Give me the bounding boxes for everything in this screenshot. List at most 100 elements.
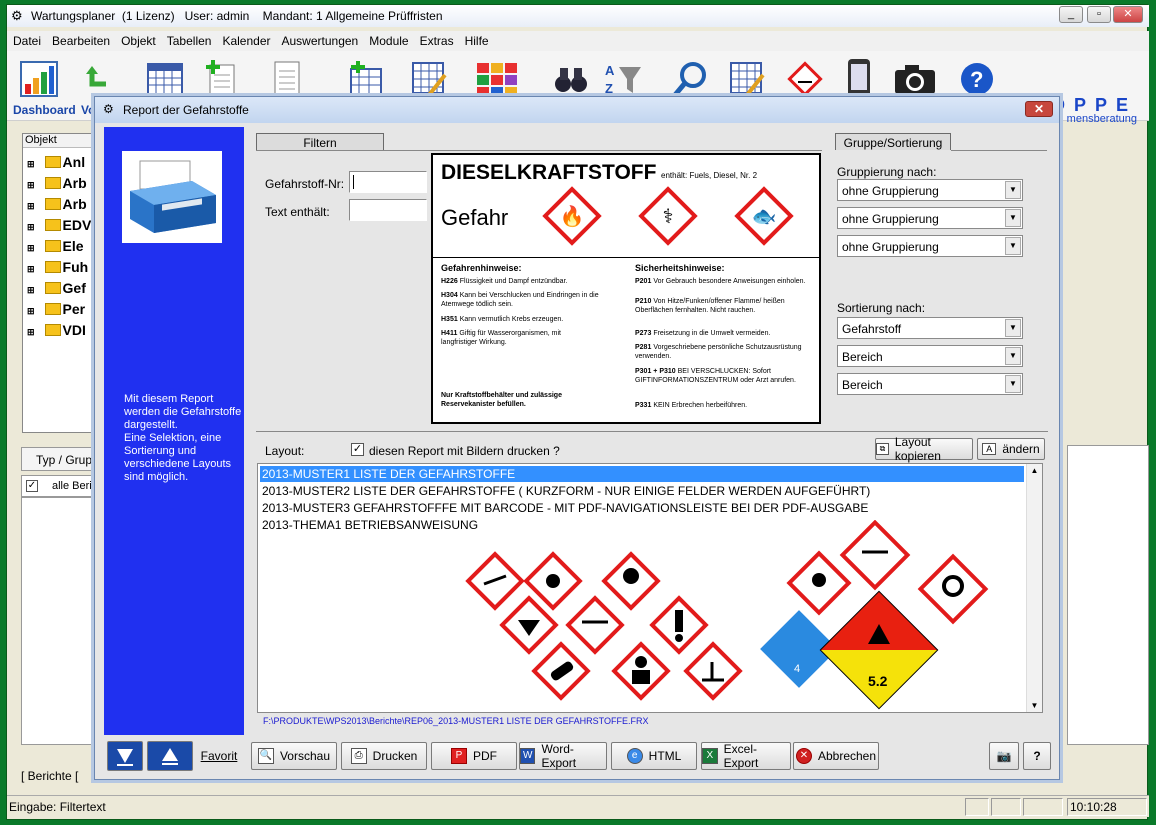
favorit-button[interactable]: Favorit <box>195 741 243 771</box>
camera-icon[interactable] <box>893 57 937 101</box>
scroll-up-icon[interactable]: ▲ <box>1027 464 1042 475</box>
tree-item-label: Anl <box>62 154 86 170</box>
tree-item[interactable]: ⊞ Fuh <box>27 259 88 275</box>
expand-icon[interactable]: ⊞ <box>27 201 35 211</box>
button-label: Layout kopieren <box>894 435 941 463</box>
expand-icon[interactable]: ⊞ <box>27 285 35 295</box>
help-icon[interactable]: ? <box>955 57 999 101</box>
menu-tabellen[interactable]: Tabellen <box>161 31 217 48</box>
tree-item[interactable]: ⊞ Anl <box>27 154 85 170</box>
chevron-down-icon[interactable]: ▼ <box>1005 375 1021 393</box>
tree-item[interactable]: ⊞ Ele <box>27 238 84 254</box>
sorting-select-3[interactable]: Bereich ▼ <box>837 373 1023 395</box>
menu-hilfe[interactable]: Hilfe <box>459 31 494 48</box>
checkbox[interactable]: ✓ <box>26 480 38 492</box>
html-button[interactable]: e HTML <box>611 742 697 770</box>
menu-bearbeiten[interactable]: Bearbeiten <box>46 31 115 48</box>
calendar-grid-icon[interactable] <box>143 57 187 101</box>
sort-filter-icon[interactable]: AZ <box>601 57 645 101</box>
move-down-button[interactable] <box>107 741 143 771</box>
list-item[interactable]: 2013-MUSTER3 GEFAHRSTOFFFE MIT BARCODE -… <box>260 500 1024 516</box>
tab-berichte[interactable]: [ Berichte [ <box>21 769 78 783</box>
tree-item[interactable]: ⊞ VDI <box>27 322 86 338</box>
copy-layout-button[interactable]: ⧉ Layout kopieren <box>875 435 973 463</box>
menu-module[interactable]: Module <box>363 31 413 48</box>
chevron-down-icon[interactable]: ▼ <box>1005 209 1021 227</box>
expand-icon[interactable]: ⊞ <box>27 180 35 190</box>
excel-export-button[interactable]: X Excel-Export <box>701 742 791 770</box>
safety-statement: P273 Freisetzung in die Umwelt vermeiden… <box>635 329 813 338</box>
menu-kalender[interactable]: Kalender <box>216 31 275 48</box>
list-item[interactable]: 2013-MUSTER1 LISTE DER GEFAHRSTOFFE <box>260 466 1024 482</box>
close-window-button[interactable]: ✕ <box>1113 6 1143 23</box>
expand-icon[interactable]: ⊞ <box>27 243 35 253</box>
preview-button[interactable]: 🔍 Vorschau <box>251 742 337 770</box>
folder-icon <box>44 240 61 252</box>
pdf-button[interactable]: P PDF <box>431 742 517 770</box>
back-arrow-icon[interactable] <box>77 57 121 101</box>
sorting-select-1[interactable]: Gefahrstoff ▼ <box>837 317 1023 339</box>
tree-item[interactable]: ⊞ Gef <box>27 280 86 296</box>
menu-auswertungen[interactable]: Auswertungen <box>276 31 364 48</box>
calendar-edit-icon[interactable] <box>407 57 451 101</box>
grouping-label: Gruppierung nach: <box>837 165 937 179</box>
dashboard-label[interactable]: Dashboard <box>13 103 76 117</box>
browser-icon: e <box>626 748 643 764</box>
hazard-statement: H304 Kann bei Verschlucken und Eindringe… <box>441 291 621 309</box>
print-images-checkbox[interactable]: ✓ <box>351 443 364 456</box>
tab-filtern[interactable]: Filtern <box>256 133 384 150</box>
expand-icon[interactable]: ⊞ <box>27 222 35 232</box>
minimize-button[interactable]: _ <box>1059 6 1083 23</box>
tree-item[interactable]: ⊞ Arb <box>27 175 87 191</box>
grouping-select-3[interactable]: ohne Gruppierung ▼ <box>837 235 1023 257</box>
mobile-phone-icon[interactable] <box>837 57 881 101</box>
search-refresh-icon[interactable] <box>669 57 713 101</box>
grouping-select-2[interactable]: ohne Gruppierung ▼ <box>837 207 1023 229</box>
list-item[interactable]: 2013-MUSTER2 LISTE DER GEFAHRSTOFFE ( KU… <box>260 483 1024 499</box>
screenshot-button[interactable]: 📷 <box>989 742 1019 770</box>
menu-datei[interactable]: Datei <box>7 31 46 48</box>
print-button[interactable]: ⎙ Drucken <box>341 742 427 770</box>
tiles-icon[interactable] <box>475 57 519 101</box>
expand-icon[interactable]: ⊞ <box>27 306 35 316</box>
expand-icon[interactable]: ⊞ <box>27 159 35 169</box>
dashboard-icon[interactable] <box>17 57 61 101</box>
change-layout-button[interactable]: Aändern <box>977 438 1045 460</box>
scroll-down-icon[interactable]: ▼ <box>1027 701 1042 710</box>
expand-icon[interactable]: ⊞ <box>27 327 35 337</box>
chevron-down-icon[interactable]: ▼ <box>1005 347 1021 365</box>
calendar-pencil-icon[interactable] <box>725 57 769 101</box>
tree-item[interactable]: ⊞ Arb <box>27 196 87 212</box>
menu-extras[interactable]: Extras <box>414 31 459 48</box>
sorting-select-2[interactable]: Bereich ▼ <box>837 345 1023 367</box>
cancel-button[interactable]: ✕ Abbrechen <box>793 742 879 770</box>
maximize-button[interactable]: ▫ <box>1087 6 1111 23</box>
tree-item[interactable]: ⊞ Per <box>27 301 85 317</box>
menu-objekt[interactable]: Objekt <box>115 31 161 48</box>
help-button[interactable]: ? <box>1023 742 1051 770</box>
add-calendar-icon[interactable] <box>343 57 387 101</box>
chevron-down-icon[interactable]: ▼ <box>1005 237 1021 255</box>
document-icon[interactable] <box>265 57 309 101</box>
dialog-close-button[interactable]: ✕ <box>1025 101 1053 117</box>
move-up-button[interactable] <box>147 741 193 771</box>
tab-rule <box>256 150 822 151</box>
text-contains-input[interactable] <box>349 199 427 221</box>
tree-item[interactable]: ⊞ EDV <box>27 217 91 233</box>
list-scrollbar[interactable]: ▲ ▼ <box>1026 464 1042 712</box>
hazard-symbol-icon[interactable] <box>783 57 827 101</box>
chevron-down-icon[interactable]: ▼ <box>1005 319 1021 337</box>
binoculars-icon[interactable] <box>549 57 593 101</box>
new-document-icon[interactable] <box>199 57 243 101</box>
tree-header[interactable]: Objekt <box>23 134 101 148</box>
word-export-button[interactable]: W Word-Export <box>519 742 607 770</box>
gefahrstoff-nr-input[interactable] <box>349 171 427 193</box>
expand-icon[interactable]: ⊞ <box>27 264 35 274</box>
svg-text:?: ? <box>970 67 983 92</box>
tab-gruppe-sortierung[interactable]: Gruppe/Sortierung <box>835 133 951 150</box>
text-contains-label: Text enthält: <box>265 205 330 219</box>
grouping-select-1[interactable]: ohne Gruppierung ▼ <box>837 179 1023 201</box>
chevron-down-icon[interactable]: ▼ <box>1005 181 1021 199</box>
layout-list[interactable]: 2013-MUSTER1 LISTE DER GEFAHRSTOFFE 2013… <box>257 463 1043 713</box>
tab-typ-gruppe[interactable]: Typ / Grup <box>21 447 101 471</box>
